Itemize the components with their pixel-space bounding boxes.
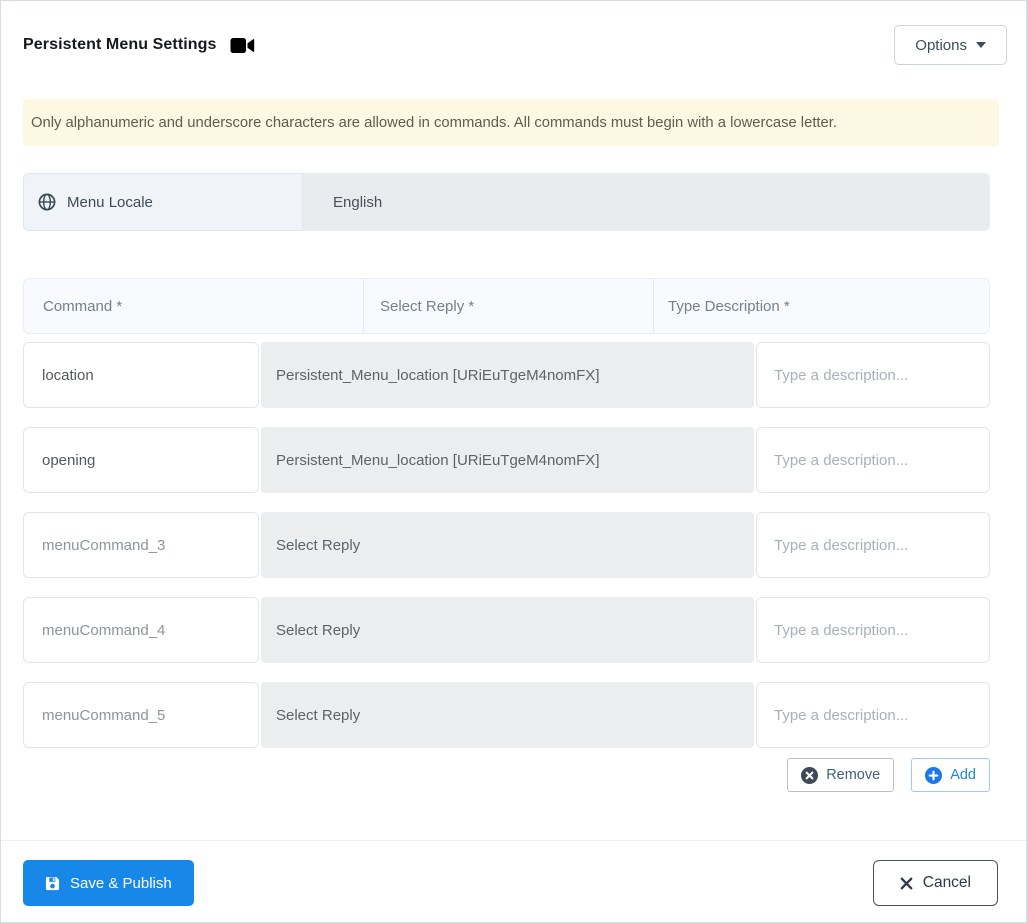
cancel-button-label: Cancel bbox=[922, 874, 971, 891]
command-row: Persistent_Menu_location [URiEuTgeM4nomF… bbox=[23, 342, 990, 408]
command-row: Select Reply bbox=[23, 682, 990, 748]
row-actions: Remove Add bbox=[23, 758, 990, 792]
menu-locale-label: Menu Locale bbox=[23, 173, 303, 231]
reply-select[interactable]: Persistent_Menu_location [URiEuTgeM4nomF… bbox=[261, 427, 754, 493]
header-cell-type-description: Type Description * bbox=[668, 297, 790, 315]
command-row: Select Reply bbox=[23, 597, 990, 663]
options-button-label: Options bbox=[915, 36, 967, 54]
menu-locale-value: English bbox=[303, 173, 990, 231]
reply-select[interactable]: Select Reply bbox=[261, 512, 754, 578]
command-input[interactable] bbox=[23, 512, 259, 578]
persistent-menu-settings-panel: Persistent Menu Settings Options Only al… bbox=[0, 0, 1027, 923]
topbar: Persistent Menu Settings Options bbox=[1, 1, 1026, 65]
command-input[interactable] bbox=[23, 597, 259, 663]
description-input[interactable] bbox=[756, 512, 990, 578]
menu-locale-value-text: English bbox=[333, 193, 383, 211]
caret-down-icon bbox=[976, 42, 986, 48]
circle-x-icon bbox=[801, 766, 819, 784]
reply-select-value: Persistent_Menu_location [URiEuTgeM4nomF… bbox=[276, 451, 600, 469]
reply-select[interactable]: Select Reply bbox=[261, 682, 754, 748]
options-button[interactable]: Options bbox=[894, 25, 1007, 65]
page-title: Persistent Menu Settings bbox=[23, 36, 217, 53]
add-button-label: Add bbox=[950, 767, 976, 783]
reply-select-value: Persistent_Menu_location [URiEuTgeM4nomF… bbox=[276, 366, 600, 384]
header-cell-select-reply: Select Reply * bbox=[364, 279, 654, 333]
reply-select-value: Select Reply bbox=[276, 621, 361, 639]
description-input[interactable] bbox=[756, 342, 990, 408]
command-input[interactable] bbox=[23, 342, 259, 408]
save-publish-button[interactable]: Save & Publish bbox=[23, 860, 194, 906]
description-input[interactable] bbox=[756, 597, 990, 663]
command-input[interactable] bbox=[23, 682, 259, 748]
floppy-disk-icon bbox=[45, 876, 60, 891]
reply-select[interactable]: Persistent_Menu_location [URiEuTgeM4nomF… bbox=[261, 342, 754, 408]
table-header: Command * Select Reply * Type Descriptio… bbox=[23, 278, 990, 334]
globe-icon bbox=[38, 193, 56, 211]
command-rows: Persistent_Menu_location [URiEuTgeM4nomF… bbox=[23, 342, 990, 748]
reply-select-value: Select Reply bbox=[276, 536, 361, 554]
remove-button[interactable]: Remove bbox=[787, 758, 895, 792]
command-row: Select Reply bbox=[23, 512, 990, 578]
header-cell-command: Command * bbox=[24, 279, 364, 333]
warning-banner-text: Only alphanumeric and underscore charact… bbox=[31, 114, 837, 131]
video-camera-icon bbox=[230, 37, 255, 54]
description-input[interactable] bbox=[756, 427, 990, 493]
remove-button-label: Remove bbox=[826, 767, 881, 783]
warning-banner: Only alphanumeric and underscore charact… bbox=[23, 99, 999, 146]
cancel-button[interactable]: Cancel bbox=[872, 860, 998, 906]
title-group: Persistent Menu Settings bbox=[23, 36, 255, 54]
menu-locale-row: Menu Locale English bbox=[23, 173, 990, 231]
menu-locale-label-text: Menu Locale bbox=[67, 193, 153, 211]
command-row: Persistent_Menu_location [URiEuTgeM4nomF… bbox=[23, 427, 990, 493]
description-input[interactable] bbox=[756, 682, 990, 748]
reply-select-value: Select Reply bbox=[276, 706, 361, 724]
reply-select[interactable]: Select Reply bbox=[261, 597, 754, 663]
footer: Save & Publish Cancel bbox=[1, 841, 1026, 906]
save-publish-label: Save & Publish bbox=[70, 874, 172, 892]
circle-plus-icon bbox=[925, 766, 943, 784]
command-input[interactable] bbox=[23, 427, 259, 493]
x-icon bbox=[900, 877, 913, 890]
add-button[interactable]: Add bbox=[911, 758, 990, 792]
